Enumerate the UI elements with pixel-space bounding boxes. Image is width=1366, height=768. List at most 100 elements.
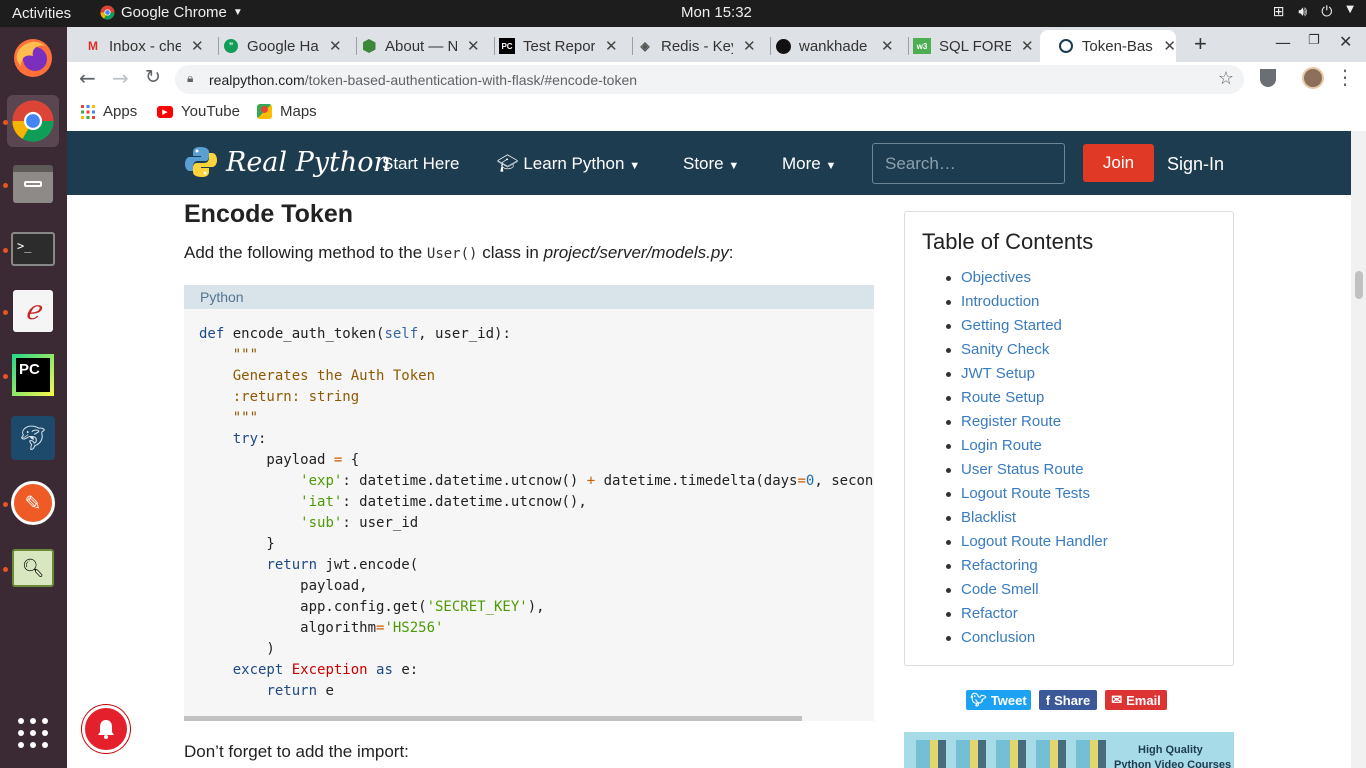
toc-item[interactable]: Register Route <box>946 410 1108 434</box>
bookmark-maps[interactable]: Maps <box>257 103 317 120</box>
inline-code: User() <box>426 246 478 262</box>
close-icon[interactable]: ✕ <box>743 37 756 55</box>
postman-icon[interactable]: ✎ <box>7 477 59 529</box>
nav-label: More <box>782 154 821 173</box>
clock[interactable]: Mon 15:32 <box>681 4 752 21</box>
bookmark-label: Maps <box>280 103 317 120</box>
join-button[interactable]: Join <box>1083 144 1154 182</box>
promo-line2: Python Video Courses <box>1114 759 1232 768</box>
new-tab-icon[interactable]: + <box>1194 31 1207 57</box>
tab-github[interactable]: wankhade ✕ <box>757 30 894 62</box>
tab-google-hangouts[interactable]: ” Google Ha ✕ <box>205 30 342 62</box>
app-menu[interactable]: Google Chrome ▼ <box>100 4 243 21</box>
realpython-tab-icon <box>1058 38 1074 54</box>
nav-store[interactable]: Store ▼ <box>683 154 739 174</box>
minimize-icon[interactable]: — <box>1275 33 1291 52</box>
window-close-icon[interactable]: ✕ <box>1339 32 1352 51</box>
github-icon <box>775 38 791 54</box>
nodejs-icon <box>361 38 377 54</box>
code-horizontal-scrollbar[interactable] <box>184 716 802 721</box>
notification-bell-button[interactable] <box>82 705 130 753</box>
twitter-icon: 🐦︎ <box>970 692 987 707</box>
facebook-share-button[interactable]: f Share <box>1039 690 1097 710</box>
bookmark-star-icon[interactable]: ☆ <box>1218 68 1234 89</box>
url-path: /token-based-authentication-with-flask/#… <box>304 71 638 88</box>
toc-item[interactable]: Conclusion <box>946 626 1108 650</box>
bookmark-youtube[interactable]: ▶ YouTube <box>157 103 240 120</box>
toc-item[interactable]: Code Smell <box>946 578 1108 602</box>
code-block[interactable]: Python def encode_auth_token(self, user_… <box>184 285 874 721</box>
firefox-icon[interactable] <box>7 32 59 84</box>
close-icon[interactable]: ✕ <box>1163 37 1176 55</box>
toc-item[interactable]: Sanity Check <box>946 338 1108 362</box>
close-icon[interactable]: ✕ <box>329 37 342 55</box>
toc-item[interactable]: JWT Setup <box>946 362 1108 386</box>
toc-item[interactable]: Login Route <box>946 434 1108 458</box>
profile-avatar[interactable] <box>1302 67 1324 89</box>
tab-inbox[interactable]: M Inbox - che ✕ <box>67 30 204 62</box>
toc-item[interactable]: Refactoring <box>946 554 1108 578</box>
tab-about-nodejs[interactable]: About — N ✕ <box>343 30 480 62</box>
pycharm-tab-icon: PC <box>499 38 515 54</box>
tab-token-based[interactable]: Token-Bas ✕ <box>1040 30 1176 62</box>
scrollbar-thumb[interactable] <box>1355 271 1363 299</box>
tab-sql-foreign[interactable]: w3 SQL FORE ✕ <box>895 30 1034 62</box>
tab-test-report[interactable]: PC Test Repor ✕ <box>481 30 618 62</box>
dock: >_ ℯ PC 🐬︎ ✎ 🔍︎ <box>0 27 67 768</box>
mysql-workbench-icon[interactable]: 🐬︎ <box>7 412 59 464</box>
files-icon[interactable] <box>7 158 59 210</box>
caret-down-icon: ▼ <box>825 160 837 172</box>
promo-banner[interactable]: High Quality Python Video Courses <box>904 732 1234 768</box>
nav-start-here[interactable]: Start Here <box>382 154 459 174</box>
maximize-icon[interactable]: ❐ <box>1308 33 1320 48</box>
nav-more[interactable]: More ▼ <box>782 154 836 174</box>
pycharm-icon[interactable]: PC <box>7 349 59 401</box>
toc-item[interactable]: Refactor <box>946 602 1108 626</box>
image-viewer-icon[interactable]: 🔍︎ <box>7 542 59 594</box>
toc-item[interactable]: Blacklist <box>946 506 1108 530</box>
chrome-icon[interactable] <box>7 95 59 147</box>
close-icon[interactable]: ✕ <box>1021 37 1034 55</box>
close-icon[interactable]: ✕ <box>467 37 480 55</box>
toc-item[interactable]: Logout Route Handler <box>946 530 1108 554</box>
nav-label: Store <box>683 154 724 173</box>
toc-item[interactable]: Getting Started <box>946 314 1108 338</box>
bookmark-apps[interactable]: Apps <box>81 103 137 120</box>
extension-icon[interactable] <box>1260 69 1276 87</box>
tweet-button[interactable]: 🐦︎ Tweet <box>966 690 1031 710</box>
toc-item[interactable]: Introduction <box>946 290 1108 314</box>
tab-title: Test Repor <box>523 37 595 55</box>
python-logo-icon <box>185 147 217 177</box>
toc-item[interactable]: Objectives <box>946 266 1108 290</box>
nav-learn-python[interactable]: 🎓︎ Learn Python ▼ <box>497 154 640 174</box>
code-language-label: Python <box>184 285 874 309</box>
system-tray[interactable]: ⊞ 🔊︎ ⏻ ▼ <box>1273 4 1354 20</box>
lock-icon: 🔒︎ <box>187 71 194 85</box>
forward-icon[interactable]: → <box>112 66 129 90</box>
realpython-logo[interactable]: Real Python <box>184 145 391 179</box>
address-bar[interactable]: 🔒︎ realpython.com/token-based-authentica… <box>175 65 1244 94</box>
show-apps-icon[interactable] <box>7 707 59 759</box>
files-running-dot <box>3 183 8 188</box>
close-icon[interactable]: ✕ <box>605 37 618 55</box>
close-icon[interactable]: ✕ <box>191 37 204 55</box>
toolbar: ← → ↻ 🔒︎ realpython.com/token-based-auth… <box>67 62 1366 96</box>
email-share-button[interactable]: ✉ Email <box>1105 690 1167 710</box>
activities-button[interactable]: Activities <box>12 5 71 22</box>
redis-icon: ◈ <box>640 39 650 53</box>
back-icon[interactable]: ← <box>79 66 96 90</box>
toc-item[interactable]: Route Setup <box>946 386 1108 410</box>
toc-item[interactable]: User Status Route <box>946 458 1108 482</box>
terminal-icon[interactable]: >_ <box>7 223 59 275</box>
reload-icon[interactable]: ↻ <box>145 66 161 88</box>
page-scrollbar[interactable] <box>1351 131 1366 768</box>
paragraph: Don’t forget to add the import: <box>184 742 409 761</box>
toc-item[interactable]: Logout Route Tests <box>946 482 1108 506</box>
search-input[interactable]: Search… <box>872 143 1065 184</box>
menu-kebab-icon[interactable]: ⋮ <box>1335 65 1355 89</box>
docviewer-running-dot <box>3 310 8 315</box>
signin-link[interactable]: Sign-In <box>1167 154 1224 175</box>
document-viewer-icon[interactable]: ℯ <box>7 285 59 337</box>
close-icon[interactable]: ✕ <box>881 37 894 55</box>
tab-redis[interactable]: ◈ Redis - Key ✕ <box>619 30 756 62</box>
